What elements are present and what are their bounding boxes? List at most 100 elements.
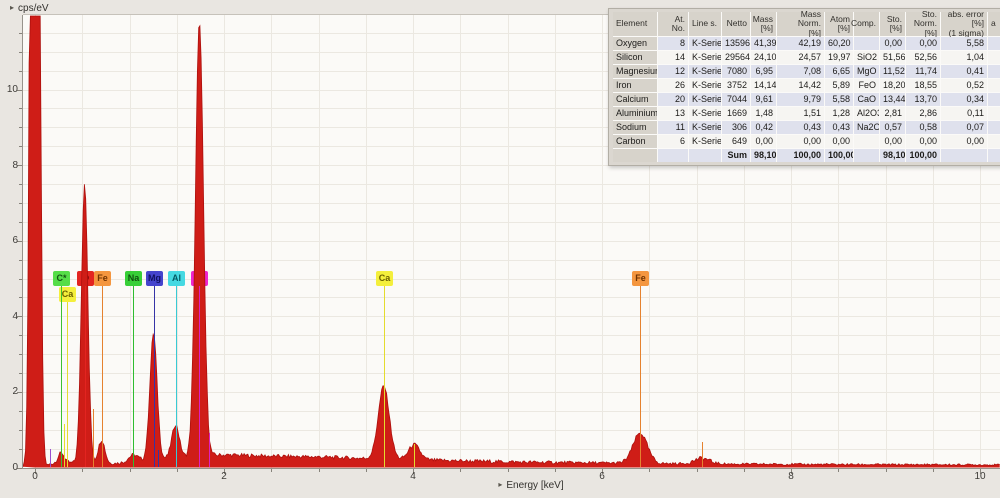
table-header-cell: At. No.	[658, 12, 688, 36]
table-cell	[988, 121, 1000, 134]
element-marker-line	[176, 286, 177, 467]
table-cell: 9,61	[751, 93, 776, 106]
x-tick-label: 8	[788, 471, 794, 482]
table-cell: 2,81	[880, 107, 905, 120]
x-tick-label: 10	[974, 471, 986, 482]
element-marker-line	[102, 286, 103, 467]
element-sub-line	[93, 408, 94, 468]
x-axis-line	[23, 468, 1000, 469]
table-sum-cell: 98,10	[880, 149, 905, 162]
table-cell: 1,48	[751, 107, 776, 120]
x-axis-tick	[318, 469, 320, 472]
table-row-element-cell: Calcium	[613, 93, 657, 106]
table-cell: K-Serie	[689, 37, 721, 50]
element-marker-line	[199, 286, 200, 467]
table-row-element-cell: Sodium	[613, 121, 657, 134]
element-marker-line	[640, 286, 641, 467]
table-cell: 0,00	[941, 135, 987, 148]
y-axis-tick	[19, 184, 22, 185]
table-sum-cell: 100,00	[825, 149, 853, 162]
table-header-cell: Element	[613, 12, 657, 36]
element-marker-line	[67, 302, 68, 467]
y-axis-tick	[19, 108, 22, 110]
element-sub-line	[64, 424, 65, 468]
x-axis-tick	[554, 469, 556, 472]
table-cell: 0,00	[906, 37, 940, 50]
table-cell: 5,89	[825, 79, 853, 92]
y-axis-tick	[19, 297, 22, 299]
table-cell: K-Serie	[689, 51, 721, 64]
element-marker-line	[384, 286, 385, 467]
y-axis-tick	[19, 221, 22, 223]
table-row-element-cell: Carbon	[613, 135, 657, 148]
axis-expand-arrow-icon: ▸	[498, 480, 503, 489]
table-cell: 11,52	[880, 65, 905, 78]
element-sub-line	[209, 433, 210, 468]
table-cell: 0,00	[880, 135, 905, 148]
y-tick-label: 4	[12, 310, 18, 322]
table-cell: 6	[658, 135, 688, 148]
table-cell	[988, 37, 1000, 50]
table-cell: 0,00	[906, 135, 940, 148]
y-axis-tick	[19, 70, 22, 72]
table-header-cell: a	[988, 12, 1000, 36]
table-sum-cell: 98,10	[751, 149, 776, 162]
table-cell: 24,10	[751, 51, 776, 64]
y-axis-tick	[19, 51, 22, 53]
x-axis-tick	[649, 469, 651, 472]
y-axis-line	[22, 15, 23, 469]
table-sum-cell	[941, 149, 987, 162]
x-axis-tick	[885, 469, 887, 472]
element-sub-line	[702, 441, 703, 468]
x-axis-tick	[932, 469, 934, 472]
table-cell: 14,42	[777, 79, 824, 92]
axis-expand-arrow-icon: ▸	[10, 3, 15, 12]
table-header-cell: abs. error [%] (1 sigma)	[941, 9, 987, 38]
y-axis-tick	[19, 259, 22, 261]
y-axis-tick	[19, 448, 22, 450]
table-cell: 649	[722, 135, 750, 148]
table-sum-cell	[658, 149, 688, 162]
table-cell: Na2O	[854, 121, 879, 134]
table-header-cell: Mass Norm. [%]	[777, 9, 824, 38]
x-axis-tick	[460, 469, 462, 472]
table-cell	[988, 107, 1000, 120]
table-cell	[988, 65, 1000, 78]
table-sum-cell	[854, 149, 879, 162]
y-axis-tick	[19, 127, 22, 129]
table-cell: 41,39	[751, 37, 776, 50]
y-axis-tick	[19, 146, 22, 148]
table-cell: 11,74	[906, 65, 940, 78]
table-cell: CaO	[854, 93, 879, 106]
table-cell: 6,65	[825, 65, 853, 78]
table-cell: 60,20	[825, 37, 853, 50]
x-axis-tick	[176, 469, 178, 472]
table-row-element-cell: Silicon	[613, 51, 657, 64]
eds-spectrum-window: ▸ cps/eV ▸ Energy [keV] Element At. No. Line…	[0, 0, 1000, 498]
y-axis-tick	[19, 278, 22, 280]
table-cell: K-Serie	[689, 121, 721, 134]
table-cell: 13	[658, 107, 688, 120]
table-cell: 1,51	[777, 107, 824, 120]
x-axis-tick	[271, 469, 273, 472]
x-axis-tick	[365, 469, 367, 472]
table-row-element-cell: Iron	[613, 79, 657, 92]
y-axis-tick	[19, 373, 22, 374]
table-cell: K-Serie	[689, 65, 721, 78]
y-axis-tick	[19, 202, 22, 204]
table-cell	[854, 135, 879, 148]
element-sub-line	[158, 450, 159, 468]
table-cell: 7080	[722, 65, 750, 78]
table-cell: 1669	[722, 107, 750, 120]
table-header-cell: Mass [%]	[751, 12, 776, 36]
x-axis-title-label: Energy [keV]	[506, 480, 564, 491]
y-tick-label: 0	[12, 462, 18, 473]
table-cell: 42,19	[777, 37, 824, 50]
table-cell: 5,58	[825, 93, 853, 106]
table-cell: K-Serie	[689, 79, 721, 92]
table-cell: 0,42	[751, 121, 776, 134]
table-cell: 1,04	[941, 51, 987, 64]
table-cell: 5,58	[941, 37, 987, 50]
table-cell: K-Serie	[689, 93, 721, 106]
x-axis-tick	[82, 469, 84, 472]
